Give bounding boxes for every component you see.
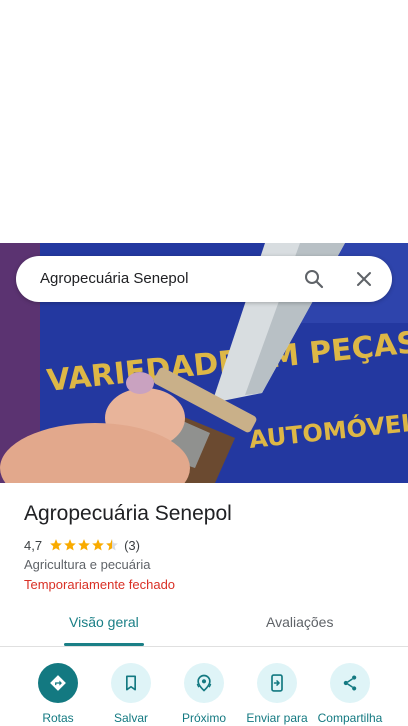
tab-reviews[interactable]: Avaliações bbox=[266, 614, 333, 630]
star-icon bbox=[50, 539, 62, 551]
search-input[interactable]: Agropecuária Senepol bbox=[40, 270, 188, 287]
search-icon[interactable] bbox=[302, 267, 326, 291]
star-half-icon bbox=[106, 539, 118, 551]
send-to-phone-label: Enviar para bbox=[246, 711, 308, 725]
share-label: Compartilha bbox=[317, 711, 383, 725]
save-button[interactable]: Salvar bbox=[95, 663, 167, 725]
search-bar[interactable]: Agropecuária Senepol bbox=[16, 256, 392, 302]
send-to-phone-button[interactable]: Enviar para bbox=[241, 663, 313, 725]
place-category: Agricultura e pecuária bbox=[24, 557, 151, 572]
nearby-icon bbox=[196, 674, 212, 692]
star-icon bbox=[64, 539, 76, 551]
nearby-label: Próximo bbox=[181, 711, 226, 725]
directions-label: Rotas bbox=[42, 711, 74, 725]
rating-value: 4,7 bbox=[24, 537, 43, 553]
tab-overview[interactable]: Visão geral bbox=[69, 614, 139, 630]
directions-button[interactable]: Rotas bbox=[22, 663, 94, 725]
send-to-phone-icon bbox=[271, 674, 283, 692]
star-icon bbox=[92, 539, 104, 551]
review-count[interactable]: (3) bbox=[124, 538, 140, 553]
nearby-button[interactable]: Próximo bbox=[168, 663, 240, 725]
tabs-divider bbox=[0, 646, 408, 647]
map-area[interactable] bbox=[0, 0, 408, 243]
rating-stars bbox=[49, 538, 119, 552]
directions-icon bbox=[50, 675, 66, 691]
share-icon bbox=[343, 675, 357, 691]
close-icon[interactable] bbox=[352, 267, 376, 291]
place-title: Agropecuária Senepol bbox=[24, 502, 232, 525]
place-status: Temporariamente fechado bbox=[24, 577, 176, 592]
save-label: Salvar bbox=[113, 711, 148, 725]
share-button[interactable]: Compartilha bbox=[314, 663, 386, 725]
bookmark-icon bbox=[126, 675, 136, 691]
rating-row[interactable]: 4,7 (3) bbox=[24, 537, 140, 553]
star-icon bbox=[78, 539, 90, 551]
